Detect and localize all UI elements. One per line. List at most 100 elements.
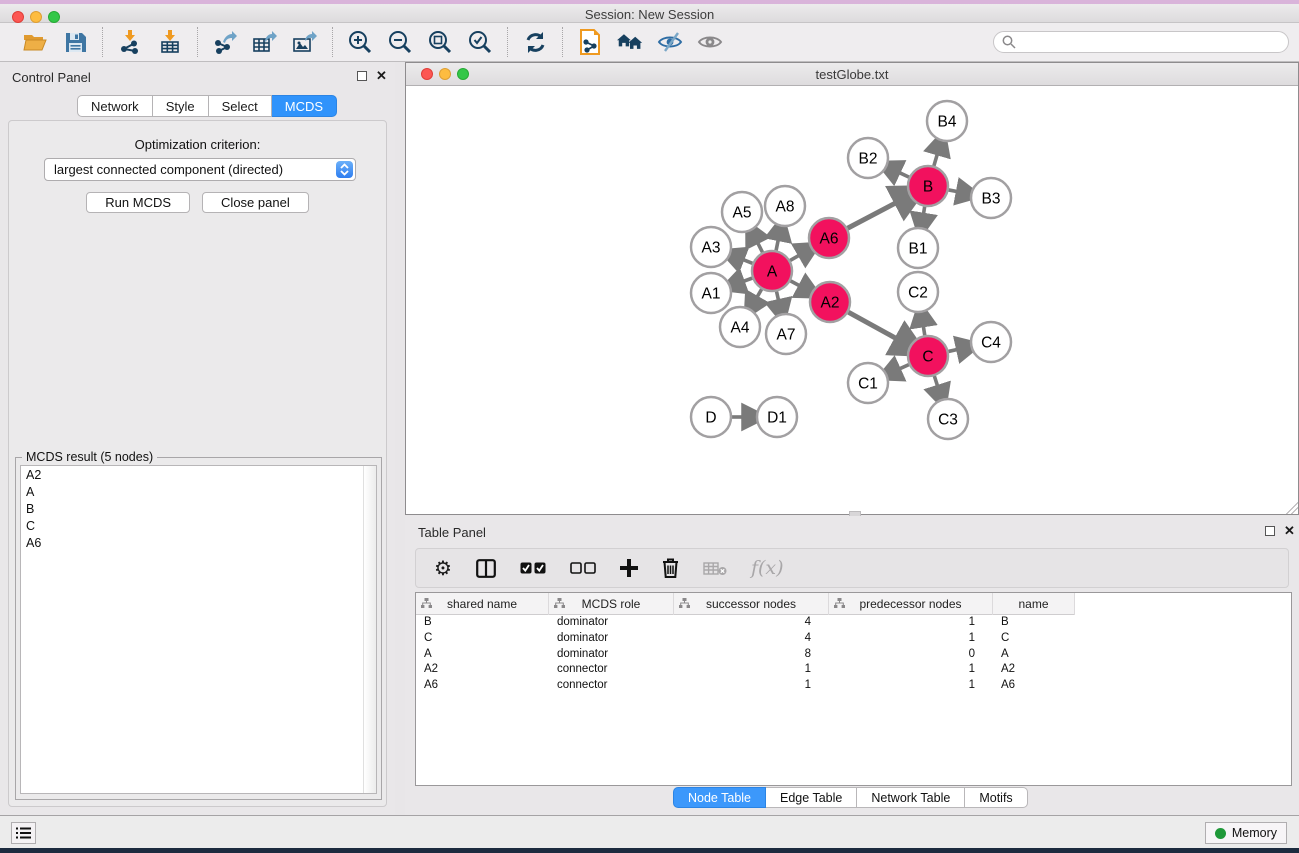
table-row[interactable]: A6connector11A6 [416, 678, 1291, 694]
close-panel-icon[interactable]: ✕ [376, 68, 387, 84]
table-header-row: shared nameMCDS rolesuccessor nodes prede… [416, 593, 1075, 615]
node-label-C: C [922, 349, 933, 366]
delete-table-icon[interactable] [703, 561, 727, 576]
network-canvas[interactable]: AA1A2A3A4A5A6A7A8BB1B2B3B4CC1C2C3C4DD1 [407, 87, 1297, 514]
hide-eye-icon[interactable] [657, 29, 683, 55]
edge-A-A6[interactable] [790, 253, 803, 260]
show-eye-icon[interactable] [697, 29, 723, 55]
table-cell: 4 [674, 631, 829, 647]
export-image-icon[interactable] [292, 29, 318, 55]
table-row[interactable]: Cdominator41C [416, 631, 1291, 647]
table-cell: A2 [993, 662, 1075, 678]
window-resize-grip[interactable] [1286, 502, 1298, 514]
table-cell: dominator [549, 615, 674, 631]
column-header-shared-name[interactable]: shared name [416, 593, 549, 615]
column-header-MCDS-role[interactable]: MCDS role [549, 593, 674, 615]
gear-icon[interactable]: ⚙ [434, 556, 452, 581]
main-titlebar[interactable]: Session: New Session [0, 4, 1299, 23]
table-cell: 1 [829, 631, 993, 647]
table-row[interactable]: A2connector11A2 [416, 662, 1291, 678]
edge-A-A8[interactable] [776, 235, 779, 250]
float-panel-icon[interactable] [357, 71, 367, 81]
mcds-result-list[interactable]: A2ABCA6 [20, 465, 377, 794]
table-row[interactable]: Adominator80A [416, 647, 1291, 663]
export-table-icon[interactable] [252, 29, 278, 55]
table-row[interactable]: Bdominator41B [416, 615, 1291, 631]
edge-A-A5[interactable] [756, 239, 763, 253]
import-network-icon[interactable] [117, 29, 143, 55]
edge-B-B2[interactable] [895, 171, 909, 177]
tab-network[interactable]: Network [77, 95, 153, 117]
criterion-dropdown[interactable]: largest connected component (directed) [44, 158, 356, 181]
edge-A6-B[interactable] [848, 200, 902, 228]
function-builder-icon[interactable]: f(x) [751, 557, 784, 579]
column-header-predecessor-nodes[interactable]: predecessor nodes [829, 593, 993, 615]
result-item[interactable]: A2 [21, 466, 376, 483]
edge-C-C3[interactable] [934, 376, 939, 390]
result-item[interactable]: A6 [21, 534, 376, 551]
run-mcds-button[interactable]: Run MCDS [86, 192, 190, 213]
zoom-selected-icon[interactable] [467, 29, 493, 55]
open-file-icon[interactable] [22, 29, 48, 55]
network-document-icon[interactable] [577, 29, 603, 55]
edge-B-B4[interactable] [934, 150, 939, 166]
memory-button[interactable]: Memory [1205, 822, 1287, 844]
save-session-icon[interactable] [62, 29, 88, 55]
column-view-icon[interactable] [476, 559, 496, 578]
zoom-fit-icon[interactable] [427, 29, 453, 55]
tab-mcds[interactable]: MCDS [272, 95, 337, 117]
mcds-tab-content: Optimization criterion: largest connecte… [8, 120, 387, 807]
table-close-icon[interactable]: ✕ [1284, 523, 1295, 539]
edge-B-B3[interactable] [949, 190, 962, 192]
network-window-titlebar[interactable]: testGlobe.txt [406, 63, 1298, 86]
column-header-name[interactable]: name [993, 593, 1075, 615]
refresh-icon[interactable] [522, 29, 548, 55]
node-label-A6: A6 [820, 231, 839, 248]
tab-network-table[interactable]: Network Table [857, 787, 965, 808]
deselect-all-checkboxes-icon[interactable] [570, 562, 596, 574]
edge-A-A2[interactable] [791, 281, 804, 288]
result-item[interactable]: B [21, 500, 376, 517]
edge-B-B1[interactable] [923, 207, 925, 219]
edge-A-A3[interactable] [739, 258, 753, 263]
export-network-icon[interactable] [212, 29, 238, 55]
table-tabs: Node TableEdge TableNetwork TableMotifs [673, 787, 1028, 808]
table-float-icon[interactable] [1265, 526, 1275, 536]
mcds-result-title: MCDS result (5 nodes) [22, 450, 157, 464]
application-window: Session: New Session [0, 0, 1299, 853]
network-graph[interactable]: AA1A2A3A4A5A6A7A8BB1B2B3B4CC1C2C3C4DD1 [407, 87, 1297, 514]
edge-A-A4[interactable] [755, 289, 762, 301]
zoom-out-icon[interactable] [387, 29, 413, 55]
close-panel-button[interactable]: Close panel [202, 192, 309, 213]
dropdown-stepper-icon [336, 161, 353, 178]
control-panel-tabs: Network Style Select MCDS [77, 95, 337, 117]
result-item[interactable]: C [21, 517, 376, 534]
home-houses-icon[interactable] [617, 29, 643, 55]
task-history-button[interactable] [11, 822, 36, 844]
node-label-C4: C4 [981, 335, 1001, 352]
search-input[interactable] [993, 31, 1289, 53]
node-label-A8: A8 [776, 199, 795, 216]
node-label-A4: A4 [731, 320, 750, 337]
edge-C-C2[interactable] [923, 322, 925, 336]
tab-select[interactable]: Select [209, 95, 272, 117]
result-item[interactable]: A [21, 483, 376, 500]
edge-A-A7[interactable] [777, 291, 780, 304]
import-table-icon[interactable] [157, 29, 183, 55]
column-label: predecessor nodes [859, 597, 961, 611]
edge-A-A1[interactable] [739, 278, 752, 283]
delete-column-icon[interactable] [662, 558, 679, 578]
node-table[interactable]: shared nameMCDS rolesuccessor nodes prede… [415, 592, 1292, 786]
zoom-in-icon[interactable] [347, 29, 373, 55]
tab-edge-table[interactable]: Edge Table [766, 787, 857, 808]
select-all-checkboxes-icon[interactable] [520, 562, 546, 574]
edge-C-C4[interactable] [948, 349, 961, 352]
result-scrollbar[interactable] [363, 466, 376, 793]
column-header-successor-nodes[interactable]: successor nodes [674, 593, 829, 615]
edge-A2-C[interactable] [848, 312, 901, 341]
tab-motifs[interactable]: Motifs [965, 787, 1027, 808]
add-column-icon[interactable] [620, 559, 638, 577]
tab-style[interactable]: Style [153, 95, 209, 117]
tab-node-table[interactable]: Node Table [673, 787, 766, 808]
edge-C-C1[interactable] [895, 365, 908, 371]
